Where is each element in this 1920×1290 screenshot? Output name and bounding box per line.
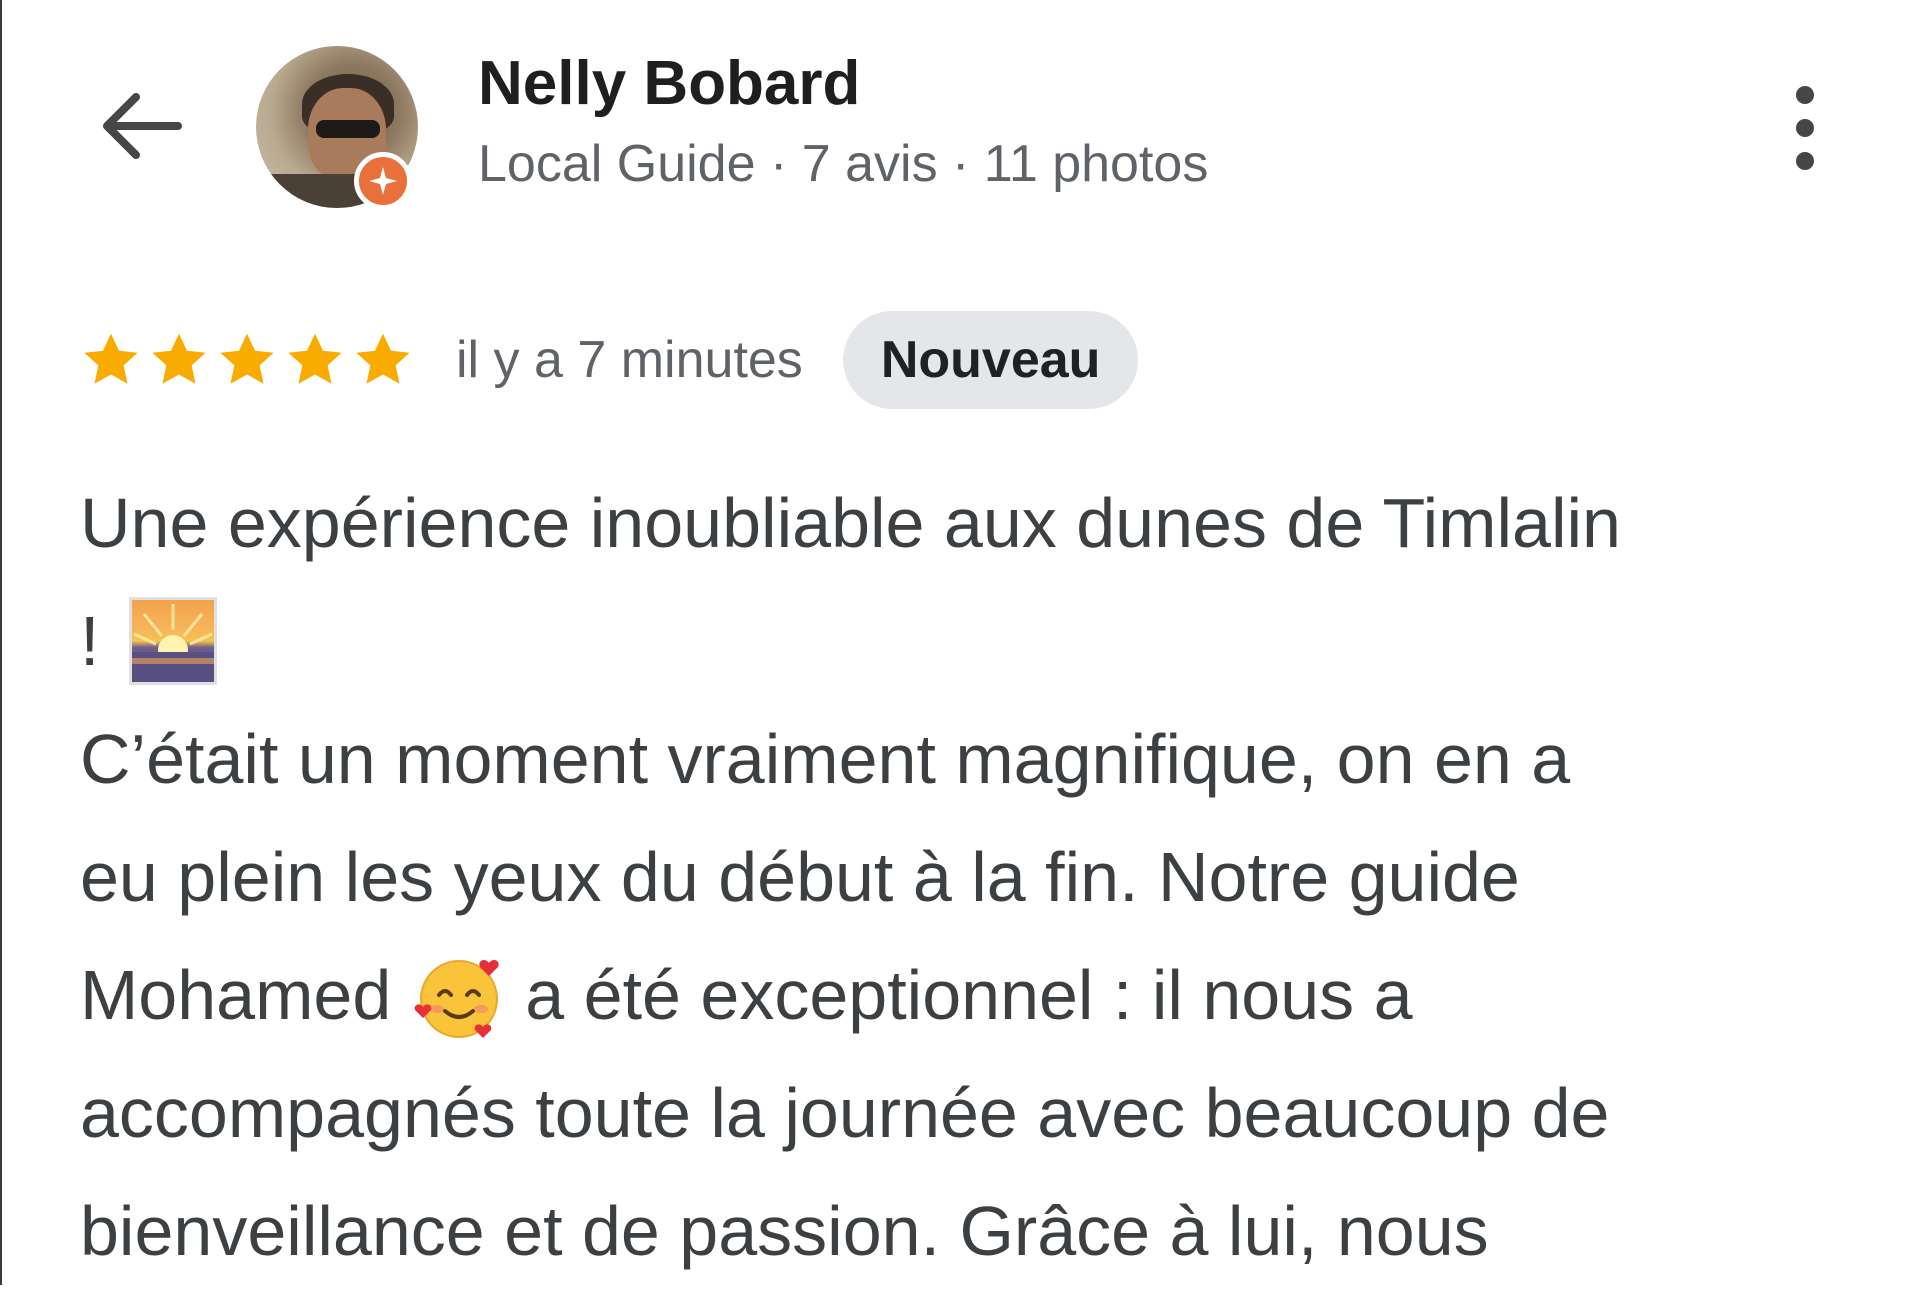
review-text: Une expérience inoubliable aux dunes de … <box>80 464 1860 1290</box>
star-rating <box>80 329 414 391</box>
review-line-text: eu plein les yeux du début à la fin. Not… <box>80 838 1520 916</box>
review-line-text: C’était un moment vraiment magnifique, o… <box>80 720 1571 798</box>
local-guide-badge-icon <box>354 152 412 210</box>
sunrise-emoji <box>129 596 218 685</box>
review-line: Mohamed a été exceptionnel : il nous a <box>80 936 1860 1054</box>
review-line: bienveillance et de passion. Grâce à lui… <box>80 1172 1860 1290</box>
review-time: il y a 7 minutes <box>456 331 803 389</box>
more-vert-icon <box>1796 86 1814 104</box>
review-line: eu plein les yeux du début à la fin. Not… <box>80 818 1860 936</box>
star-icon <box>84 333 138 384</box>
review-line-text: accompagnés toute la journée avec beauco… <box>80 1074 1610 1152</box>
review-line-text: Mohamed <box>80 956 392 1034</box>
more-vert-icon-dot <box>1796 152 1814 170</box>
arrow-left-icon <box>103 93 182 159</box>
user-meta: Local Guide · 7 avis · 11 photos <box>478 135 1209 193</box>
review-line-text: ! <box>80 602 100 680</box>
star-icon <box>152 333 206 384</box>
user-name[interactable]: Nelly Bobard <box>478 48 860 119</box>
review-line-text: Une expérience inoubliable aux dunes de … <box>80 484 1621 562</box>
review-line-text: a été exceptionnel : il nous a <box>525 956 1413 1034</box>
back-button[interactable] <box>94 84 186 168</box>
star-icon <box>288 333 342 384</box>
new-badge: Nouveau <box>842 311 1139 409</box>
review-line-text: bienveillance et de passion. Grâce à lui… <box>80 1192 1489 1270</box>
avatar-glasses <box>316 120 380 138</box>
more-vert-icon-dot <box>1796 119 1814 137</box>
review-line: C’était un moment vraiment magnifique, o… <box>80 700 1860 818</box>
star-icon <box>356 333 410 384</box>
star-icon <box>220 333 274 384</box>
smiling-face-with-hearts-emoji <box>411 949 507 1045</box>
review-line: Une expérience inoubliable aux dunes de … <box>80 464 1860 582</box>
review-screen: Nelly Bobard Local Guide · 7 avis · 11 p… <box>0 0 1920 1285</box>
review-line: ! <box>80 582 1860 700</box>
review-line: accompagnés toute la journée avec beauco… <box>80 1054 1860 1172</box>
more-options-button[interactable] <box>1780 78 1830 178</box>
rating-row: il y a 7 minutes Nouveau <box>80 310 1139 410</box>
